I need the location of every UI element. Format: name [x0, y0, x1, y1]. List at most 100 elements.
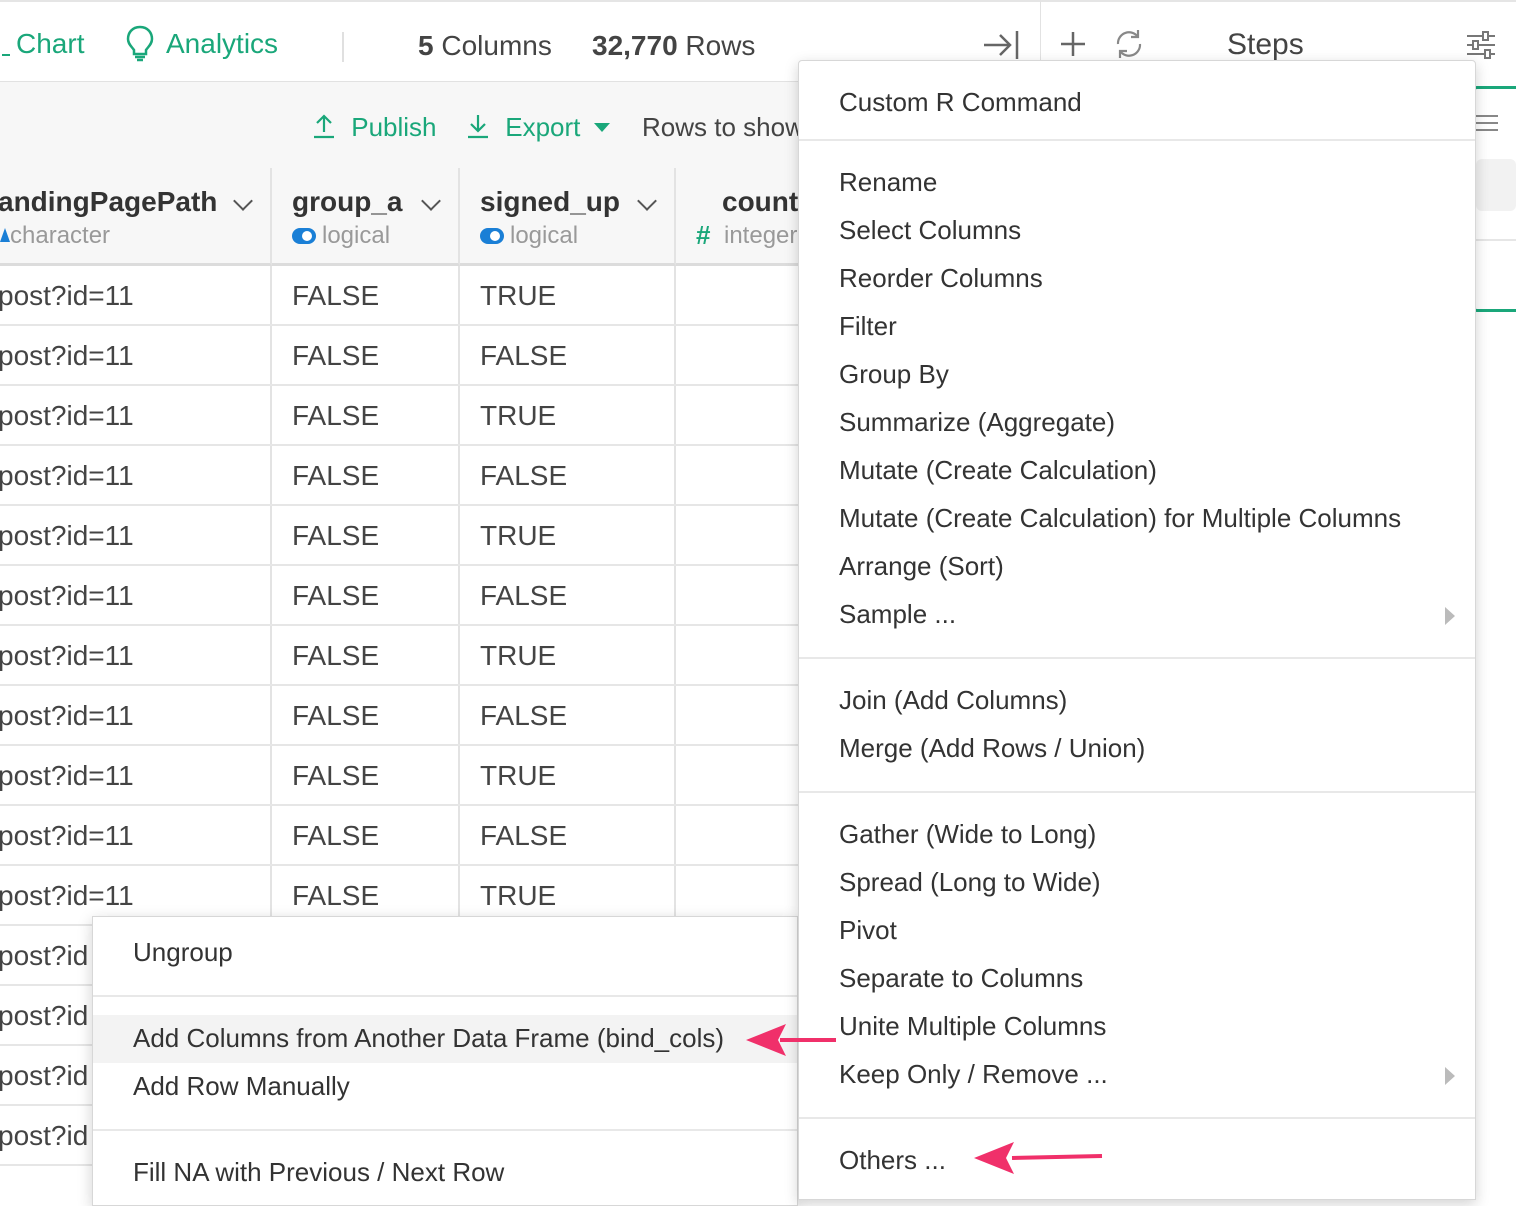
menu-item-unite[interactable]: Unite Multiple Columns: [839, 1011, 1106, 1041]
menu-item-ungroup[interactable]: Ungroup: [133, 937, 233, 967]
settings-sliders-icon[interactable]: [1465, 30, 1497, 60]
table-cell[interactable]: FALSE: [292, 580, 379, 612]
table-cell[interactable]: FALSE: [480, 460, 567, 492]
table-cell[interactable]: TRUE: [480, 760, 556, 792]
step-card[interactable]: [1471, 86, 1516, 312]
menu-item-select-columns[interactable]: Select Columns: [839, 215, 1021, 245]
table-cell[interactable]: FALSE: [480, 340, 567, 372]
table-cell[interactable]: post?id=11: [0, 400, 134, 432]
table-row: post?id=11 FALSE TRUE: [0, 386, 800, 446]
plus-icon[interactable]: [1059, 30, 1087, 58]
column-header[interactable]: andingPagePath character: [0, 168, 272, 266]
annotation-arrow-icon: [974, 1142, 1103, 1174]
menu-item-sample[interactable]: Sample ...: [839, 599, 956, 629]
chevron-down-icon[interactable]: [233, 191, 253, 211]
table-cell[interactable]: post?id=11: [0, 820, 134, 852]
columns-count-label: Columns: [441, 30, 552, 61]
publish-button[interactable]: Publish: [312, 112, 437, 143]
table-cell[interactable]: FALSE: [292, 640, 379, 672]
table-cell[interactable]: post?id=11: [0, 880, 134, 912]
download-icon: [468, 115, 488, 139]
menu-item-pivot[interactable]: Pivot: [839, 915, 897, 945]
table-cell[interactable]: FALSE: [292, 520, 379, 552]
table-cell[interactable]: FALSE: [480, 700, 567, 732]
menu-item-others[interactable]: Others ...: [839, 1145, 946, 1175]
rows-to-show-label[interactable]: Rows to show: [642, 112, 804, 143]
menu-item-add-row[interactable]: Add Row Manually: [133, 1071, 350, 1101]
chevron-down-icon[interactable]: [421, 191, 441, 211]
table-cell[interactable]: FALSE: [292, 400, 379, 432]
collapse-right-icon[interactable]: [982, 28, 1020, 62]
columns-count: 5 Columns: [418, 30, 552, 62]
table-cell[interactable]: TRUE: [480, 640, 556, 672]
export-button[interactable]: Export: [466, 112, 610, 143]
table-cell[interactable]: post?id: [0, 1120, 88, 1152]
menu-item-mutate-multiple[interactable]: Mutate (Create Calculation) for Multiple…: [839, 503, 1401, 533]
chart-tab[interactable]: Chart: [2, 28, 84, 60]
column-header[interactable]: group_a logical: [272, 168, 460, 266]
table-cell[interactable]: post?id: [0, 940, 88, 972]
table-cell[interactable]: post?id=11: [0, 640, 134, 672]
refresh-icon[interactable]: [1113, 28, 1145, 60]
table-cell[interactable]: post?id=11: [0, 460, 134, 492]
menu-item-rename[interactable]: Rename: [839, 167, 937, 197]
table-cell[interactable]: TRUE: [480, 400, 556, 432]
rows-count: 32,770 Rows: [592, 30, 755, 62]
column-header[interactable]: signed_up logical: [460, 168, 676, 266]
table-cell[interactable]: post?id: [0, 1000, 88, 1032]
column-type: character: [10, 222, 111, 249]
annotation-arrow-icon: [746, 1024, 836, 1056]
column-name: count: [722, 186, 799, 217]
menu-item-custom-r[interactable]: Custom R Command: [839, 87, 1082, 117]
menu-item-arrange[interactable]: Arrange (Sort): [839, 551, 1004, 581]
table-cell[interactable]: FALSE: [480, 580, 567, 612]
column-header[interactable]: count # integer: [676, 168, 800, 266]
table-cell[interactable]: FALSE: [292, 760, 379, 792]
menu-divider: [799, 791, 1475, 793]
table-cell[interactable]: FALSE: [480, 820, 567, 852]
table-cell[interactable]: post?id=11: [0, 520, 134, 552]
menu-item-join[interactable]: Join (Add Columns): [839, 685, 1067, 715]
table-row: post?id=11 FALSE FALSE: [0, 806, 800, 866]
chevron-down-icon[interactable]: [637, 191, 657, 211]
menu-item-gather[interactable]: Gather (Wide to Long): [839, 819, 1096, 849]
table-cell[interactable]: post?id=11: [0, 760, 134, 792]
table-cell[interactable]: FALSE: [292, 700, 379, 732]
table-cell[interactable]: post?id=11: [0, 340, 134, 372]
column-type: integer: [724, 222, 798, 249]
menu-item-fill-na[interactable]: Fill NA with Previous / Next Row: [133, 1157, 504, 1187]
table-cell[interactable]: FALSE: [292, 460, 379, 492]
table-cell[interactable]: post?id=11: [0, 280, 134, 312]
table-row: post?id=11 FALSE TRUE: [0, 626, 800, 686]
table-cell[interactable]: post?id=11: [0, 580, 134, 612]
table-cell[interactable]: TRUE: [480, 280, 556, 312]
table-cell[interactable]: FALSE: [292, 340, 379, 372]
upload-icon: [314, 114, 334, 139]
hash-icon: #: [696, 220, 711, 250]
table-cell[interactable]: TRUE: [480, 520, 556, 552]
table-cell[interactable]: FALSE: [292, 880, 379, 912]
menu-item-bind-cols[interactable]: Add Columns from Another Data Frame (bin…: [133, 1023, 724, 1053]
menu-divider: [799, 1117, 1475, 1119]
menu-item-summarize[interactable]: Summarize (Aggregate): [839, 407, 1115, 437]
menu-divider: [799, 657, 1475, 659]
publish-label: Publish: [351, 112, 437, 142]
table-cell[interactable]: post?id=11: [0, 700, 134, 732]
menu-item-spread[interactable]: Spread (Long to Wide): [839, 867, 1101, 897]
table-row: post?id=11 FALSE TRUE: [0, 746, 800, 806]
table-cell[interactable]: FALSE: [292, 280, 379, 312]
menu-item-reorder-columns[interactable]: Reorder Columns: [839, 263, 1043, 293]
menu-item-group-by[interactable]: Group By: [839, 359, 949, 389]
table-cell[interactable]: post?id: [0, 1060, 88, 1092]
analytics-tab[interactable]: Analytics: [124, 25, 278, 62]
menu-item-keep-remove[interactable]: Keep Only / Remove ...: [839, 1059, 1108, 1089]
menu-item-merge[interactable]: Merge (Add Rows / Union): [839, 733, 1145, 763]
table-cell[interactable]: FALSE: [292, 820, 379, 852]
menu-item-mutate[interactable]: Mutate (Create Calculation): [839, 455, 1157, 485]
table-row: post?id=11 FALSE FALSE: [0, 446, 800, 506]
menu-item-separate[interactable]: Separate to Columns: [839, 963, 1083, 993]
hamburger-icon[interactable]: [1476, 113, 1498, 133]
table-cell[interactable]: TRUE: [480, 880, 556, 912]
columns-count-value: 5: [418, 30, 434, 61]
menu-item-filter[interactable]: Filter: [839, 311, 897, 341]
